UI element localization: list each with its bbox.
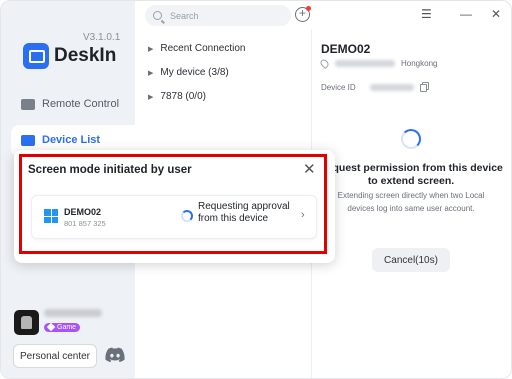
user-profile[interactable]: Game: [14, 309, 102, 335]
app-window: V3.1.0.1 DeskIn Remote Control Device Li…: [0, 0, 512, 379]
close-icon[interactable]: ✕: [303, 161, 316, 179]
minimize-icon[interactable]: —: [460, 7, 472, 21]
search-icon: [153, 11, 162, 20]
group-recent-connection[interactable]: ▶ Recent Connection: [148, 43, 245, 54]
brand-name: DeskIn: [54, 45, 117, 66]
ip-redacted: [335, 60, 395, 67]
device-name: DEMO02: [321, 42, 371, 56]
chevron-right-icon: ▶: [148, 69, 154, 77]
device-id-redacted: [369, 84, 414, 91]
close-icon[interactable]: ✕: [491, 7, 501, 21]
location-text: Hongkong: [401, 59, 438, 68]
profile-info: Game: [44, 309, 102, 335]
avatar[interactable]: [14, 309, 39, 335]
loading-spinner: [401, 129, 421, 149]
device-location: Hongkong: [318, 57, 438, 70]
sidebar-item-label: Device List: [42, 134, 101, 146]
copy-icon[interactable]: [419, 83, 427, 92]
personal-center-button[interactable]: Personal center: [13, 344, 97, 368]
discord-icon[interactable]: [105, 347, 125, 363]
device-id-label: Device ID: [321, 83, 356, 92]
device-list-icon: [21, 134, 35, 146]
menu-icon[interactable]: ☰: [421, 7, 432, 21]
username-redacted: [44, 309, 102, 317]
device-id-row: Device ID: [321, 83, 427, 92]
popup-status: Requesting approval from this device: [198, 201, 290, 224]
gem-icon: [46, 322, 56, 332]
chevron-right-icon[interactable]: ›: [301, 209, 305, 221]
group-7878[interactable]: ▶ 7878 (0/0): [148, 91, 206, 102]
request-description: Extending screen directly when two Local…: [337, 191, 485, 213]
sidebar-item-device-list[interactable]: Device List: [21, 134, 100, 146]
request-title: Request permission from this device to e…: [319, 162, 503, 187]
sidebar-item-remote-control[interactable]: Remote Control: [21, 98, 119, 110]
group-label: My device (3/8): [160, 67, 229, 78]
group-label: 7878 (0/0): [160, 91, 206, 102]
monitor-icon: [21, 98, 35, 110]
group-my-device[interactable]: ▶ My device (3/8): [148, 67, 229, 78]
badge-label: Game: [57, 323, 77, 331]
search-bar[interactable]: [145, 5, 291, 26]
popup-title: Screen mode initiated by user: [28, 164, 192, 176]
popup-device-name: DEMO02: [64, 207, 102, 217]
app-version: V3.1.0.1: [83, 32, 121, 43]
chevron-right-icon: ▶: [148, 45, 154, 53]
location-pin-icon: [318, 57, 331, 70]
popup-device-id: 801 857 325: [64, 219, 106, 228]
brand: DeskIn: [23, 43, 116, 69]
membership-badge: Game: [44, 322, 81, 332]
chevron-right-icon: ▶: [148, 93, 154, 101]
sidebar-item-label: Remote Control: [42, 98, 120, 110]
deskin-logo-icon: [23, 43, 49, 69]
notification-dot: [306, 6, 311, 11]
search-input[interactable]: [170, 10, 280, 21]
group-label: Recent Connection: [160, 43, 246, 54]
loading-spinner: [181, 210, 193, 222]
cancel-button[interactable]: Cancel(10s): [372, 248, 450, 272]
windows-icon: [44, 209, 58, 223]
